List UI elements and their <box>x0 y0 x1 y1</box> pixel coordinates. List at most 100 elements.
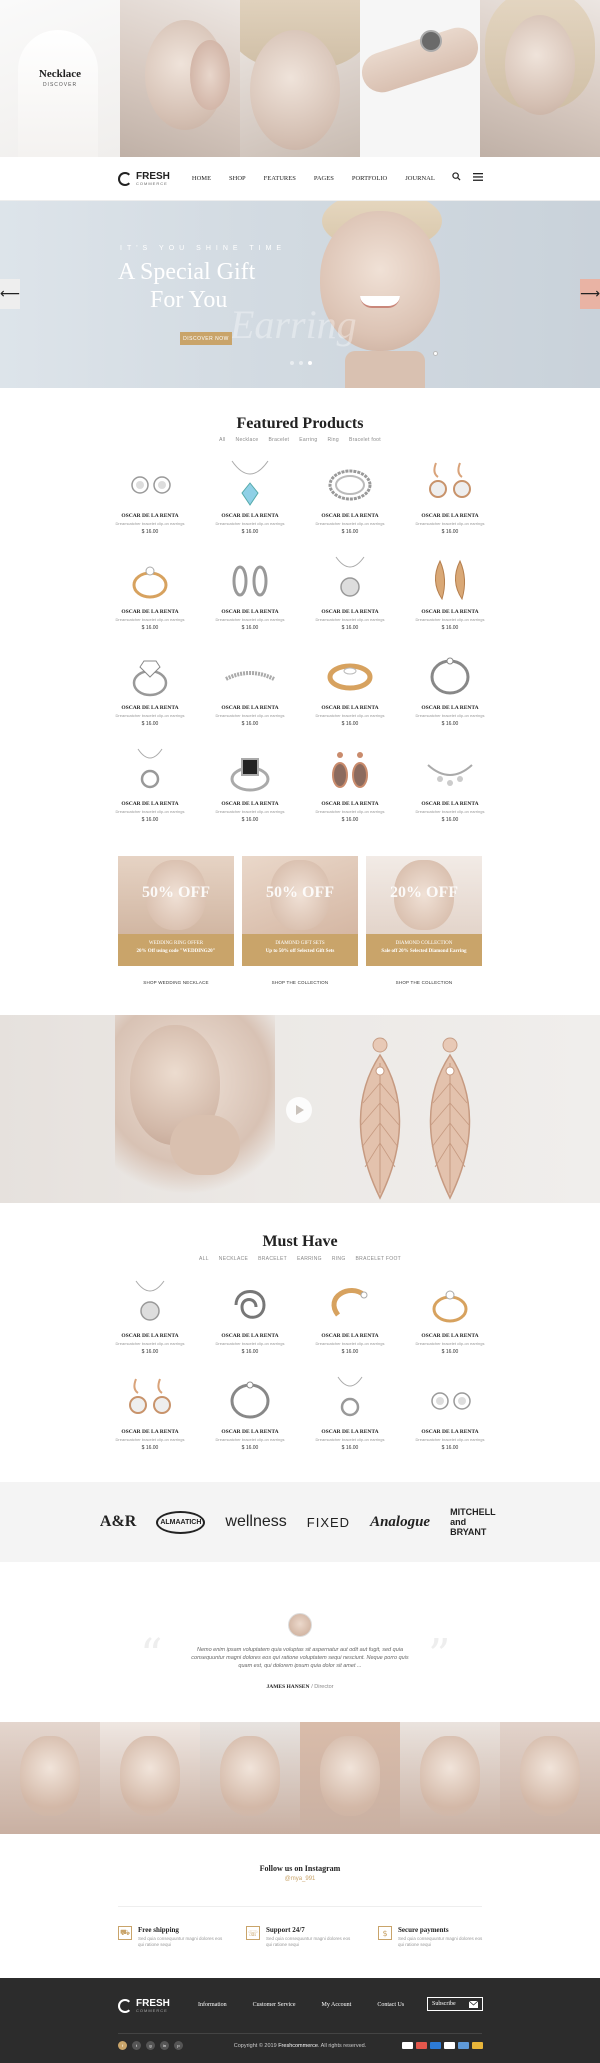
instagram-photo[interactable] <box>500 1722 600 1834</box>
product-name[interactable]: OSCAR DE LA RENTA <box>321 513 378 519</box>
brand-logo-wellness[interactable]: wellness <box>225 1513 286 1531</box>
product-card[interactable]: OSCAR DE LA RENTA Dreamcatcher bracelet c… <box>100 743 200 839</box>
stud-earrings-icon[interactable] <box>420 1371 480 1425</box>
nav-features[interactable]: FEATURES <box>264 175 296 182</box>
product-name[interactable]: OSCAR DE LA RENTA <box>421 1429 478 1435</box>
charm-bracelet-icon[interactable] <box>420 743 480 797</box>
instagram-handle[interactable]: @mya_991 <box>0 1876 600 1882</box>
hoop-earrings-icon[interactable] <box>220 551 280 605</box>
subscribe-button[interactable]: Subscribe <box>427 1997 483 2011</box>
search-icon[interactable] <box>452 172 461 181</box>
stud-earrings-icon[interactable] <box>120 455 180 509</box>
product-name[interactable]: OSCAR DE LA RENTA <box>421 513 478 519</box>
discover-now-button[interactable]: DISCOVER NOW <box>180 332 232 345</box>
product-name[interactable]: OSCAR DE LA RENTA <box>121 801 178 807</box>
product-card[interactable]: OSCAR DE LA RENTA Dreamcatcher bracelet c… <box>200 1275 300 1371</box>
gold-band-ring-icon[interactable] <box>320 647 380 701</box>
tab-all[interactable]: ALL <box>199 1256 209 1262</box>
tab-bracelet-foot[interactable]: BRACELET FOOT <box>356 1256 401 1262</box>
circle-pendant-icon[interactable] <box>120 743 180 797</box>
product-card[interactable]: OSCAR DE LA RENTA Dreamcatcher bracelet c… <box>300 647 400 743</box>
product-name[interactable]: OSCAR DE LA RENTA <box>321 801 378 807</box>
silver-pendant-icon[interactable] <box>320 551 380 605</box>
product-card[interactable]: OSCAR DE LA RENTA Dreamcatcher bracelet c… <box>200 1371 300 1467</box>
product-card[interactable]: OSCAR DE LA RENTA Dreamcatcher bracelet c… <box>200 551 300 647</box>
tab-ring[interactable]: RING <box>332 1256 346 1262</box>
banner-shop-link[interactable]: SHOP THE COLLECTION <box>366 980 482 985</box>
product-card[interactable]: OSCAR DE LA RENTA Dreamcatcher bracelet c… <box>100 455 200 551</box>
site-logo[interactable]: FRESH COMMERCE <box>118 171 170 186</box>
footer-logo[interactable]: FRESH COMMERCE <box>118 1999 170 2013</box>
promo-banner[interactable]: 50% OFF DIAMOND GIFT SETS Up to 50% off Se… <box>242 856 358 966</box>
footer-nav-customer-service[interactable]: Customer Service <box>253 2002 296 2008</box>
tab-bracelet-foot[interactable]: Bracelet foot <box>349 437 381 443</box>
instagram-photo[interactable] <box>0 1722 100 1834</box>
tab-necklace[interactable]: Necklace <box>236 437 259 443</box>
product-card[interactable]: OSCAR DE LA RENTA Dreamcatcher bracelet c… <box>100 551 200 647</box>
nav-portfolio[interactable]: PORTFOLIO <box>352 175 387 182</box>
product-name[interactable]: OSCAR DE LA RENTA <box>221 609 278 615</box>
product-card[interactable]: OSCAR DE LA RENTA Dreamcatcher bracelet c… <box>400 647 500 743</box>
product-name[interactable]: OSCAR DE LA RENTA <box>421 801 478 807</box>
product-name[interactable]: OSCAR DE LA RENTA <box>321 609 378 615</box>
gold-ring-icon[interactable] <box>420 1275 480 1329</box>
brand-logo-fixed[interactable]: FIXED <box>307 1515 350 1530</box>
nav-home[interactable]: HOME <box>192 175 211 182</box>
product-name[interactable]: OSCAR DE LA RENTA <box>221 1429 278 1435</box>
hero-strip-caption-sub[interactable]: DISCOVER <box>0 82 120 88</box>
product-name[interactable]: OSCAR DE LA RENTA <box>221 705 278 711</box>
nav-pages[interactable]: PAGES <box>314 175 334 182</box>
instagram-photo[interactable] <box>200 1722 300 1834</box>
slider-dot[interactable] <box>299 361 303 365</box>
banner-shop-link[interactable]: SHOP WEDDING NECKLACE <box>118 980 234 985</box>
gold-ring-icon[interactable] <box>120 551 180 605</box>
product-name[interactable]: OSCAR DE LA RENTA <box>221 1333 278 1339</box>
instagram-photo[interactable] <box>100 1722 200 1834</box>
promo-banner[interactable]: 20% OFF DIAMOND COLLECTION Sale off 20% Se… <box>366 856 482 966</box>
swirl-ring-icon[interactable] <box>220 1275 280 1329</box>
brand-logo-analogue[interactable]: Analogue <box>370 1514 430 1531</box>
bangle-icon[interactable] <box>420 647 480 701</box>
product-card[interactable]: OSCAR DE LA RENTA Dreamcatcher bracelet c… <box>400 455 500 551</box>
tab-all[interactable]: All <box>219 437 225 443</box>
product-card[interactable]: OSCAR DE LA RENTA Dreamcatcher bracelet c… <box>300 743 400 839</box>
blue-pendant-icon[interactable] <box>220 455 280 509</box>
product-card[interactable]: OSCAR DE LA RENTA Dreamcatcher bracelet c… <box>400 551 500 647</box>
drop-earrings-icon[interactable] <box>120 1371 180 1425</box>
product-name[interactable]: OSCAR DE LA RENTA <box>121 1333 178 1339</box>
tab-earring[interactable]: EARRING <box>297 1256 322 1262</box>
product-card[interactable]: OSCAR DE LA RENTA Dreamcatcher bracelet c… <box>300 1371 400 1467</box>
product-card[interactable]: OSCAR DE LA RENTA Dreamcatcher bracelet c… <box>400 1275 500 1371</box>
rose-drop-earrings-icon[interactable] <box>320 743 380 797</box>
brand-logo-mitchell-bryant[interactable]: MITCHELL and BRYANT <box>450 1507 500 1537</box>
menu-icon[interactable] <box>473 172 483 181</box>
product-card[interactable]: OSCAR DE LA RENTA Dreamcatcher bracelet c… <box>100 1275 200 1371</box>
footer-nav-my-account[interactable]: My Account <box>322 2002 352 2008</box>
nav-shop[interactable]: SHOP <box>229 175 246 182</box>
brand-logo-almaatich[interactable]: ALMAATICH <box>156 1510 206 1534</box>
product-card[interactable]: OSCAR DE LA RENTA Dreamcatcher bracelet c… <box>100 1371 200 1467</box>
banner-shop-link[interactable]: SHOP THE COLLECTION <box>242 980 358 985</box>
play-button[interactable] <box>286 1097 312 1123</box>
promo-banner[interactable]: 50% OFF WEDDING RING OFFER 20% Off using c… <box>118 856 234 966</box>
product-name[interactable]: OSCAR DE LA RENTA <box>221 801 278 807</box>
product-card[interactable]: OSCAR DE LA RENTA Dreamcatcher bracelet c… <box>200 455 300 551</box>
diamond-ring-icon[interactable] <box>120 647 180 701</box>
instagram-photo[interactable] <box>300 1722 400 1834</box>
product-name[interactable]: OSCAR DE LA RENTA <box>321 1429 378 1435</box>
product-name[interactable]: OSCAR DE LA RENTA <box>321 1333 378 1339</box>
product-name[interactable]: OSCAR DE LA RENTA <box>421 705 478 711</box>
tab-necklace[interactable]: NECKLACE <box>219 1256 248 1262</box>
black-stone-ring-icon[interactable] <box>220 743 280 797</box>
slider-dot[interactable] <box>290 361 294 365</box>
silver-pendant-icon[interactable] <box>120 1275 180 1329</box>
instagram-photo[interactable] <box>400 1722 500 1834</box>
product-card[interactable]: OSCAR DE LA RENTA Dreamcatcher bracelet c… <box>300 1275 400 1371</box>
product-card[interactable]: OSCAR DE LA RENTA Dreamcatcher bracelet c… <box>400 743 500 839</box>
product-name[interactable]: OSCAR DE LA RENTA <box>121 513 178 519</box>
tab-bracelet[interactable]: BRACELET <box>258 1256 287 1262</box>
tab-bracelet[interactable]: Bracelet <box>269 437 290 443</box>
circle-pendant-icon[interactable] <box>320 1371 380 1425</box>
product-card[interactable]: OSCAR DE LA RENTA Dreamcatcher bracelet c… <box>100 647 200 743</box>
footer-nav-information[interactable]: Information <box>198 2002 227 2008</box>
